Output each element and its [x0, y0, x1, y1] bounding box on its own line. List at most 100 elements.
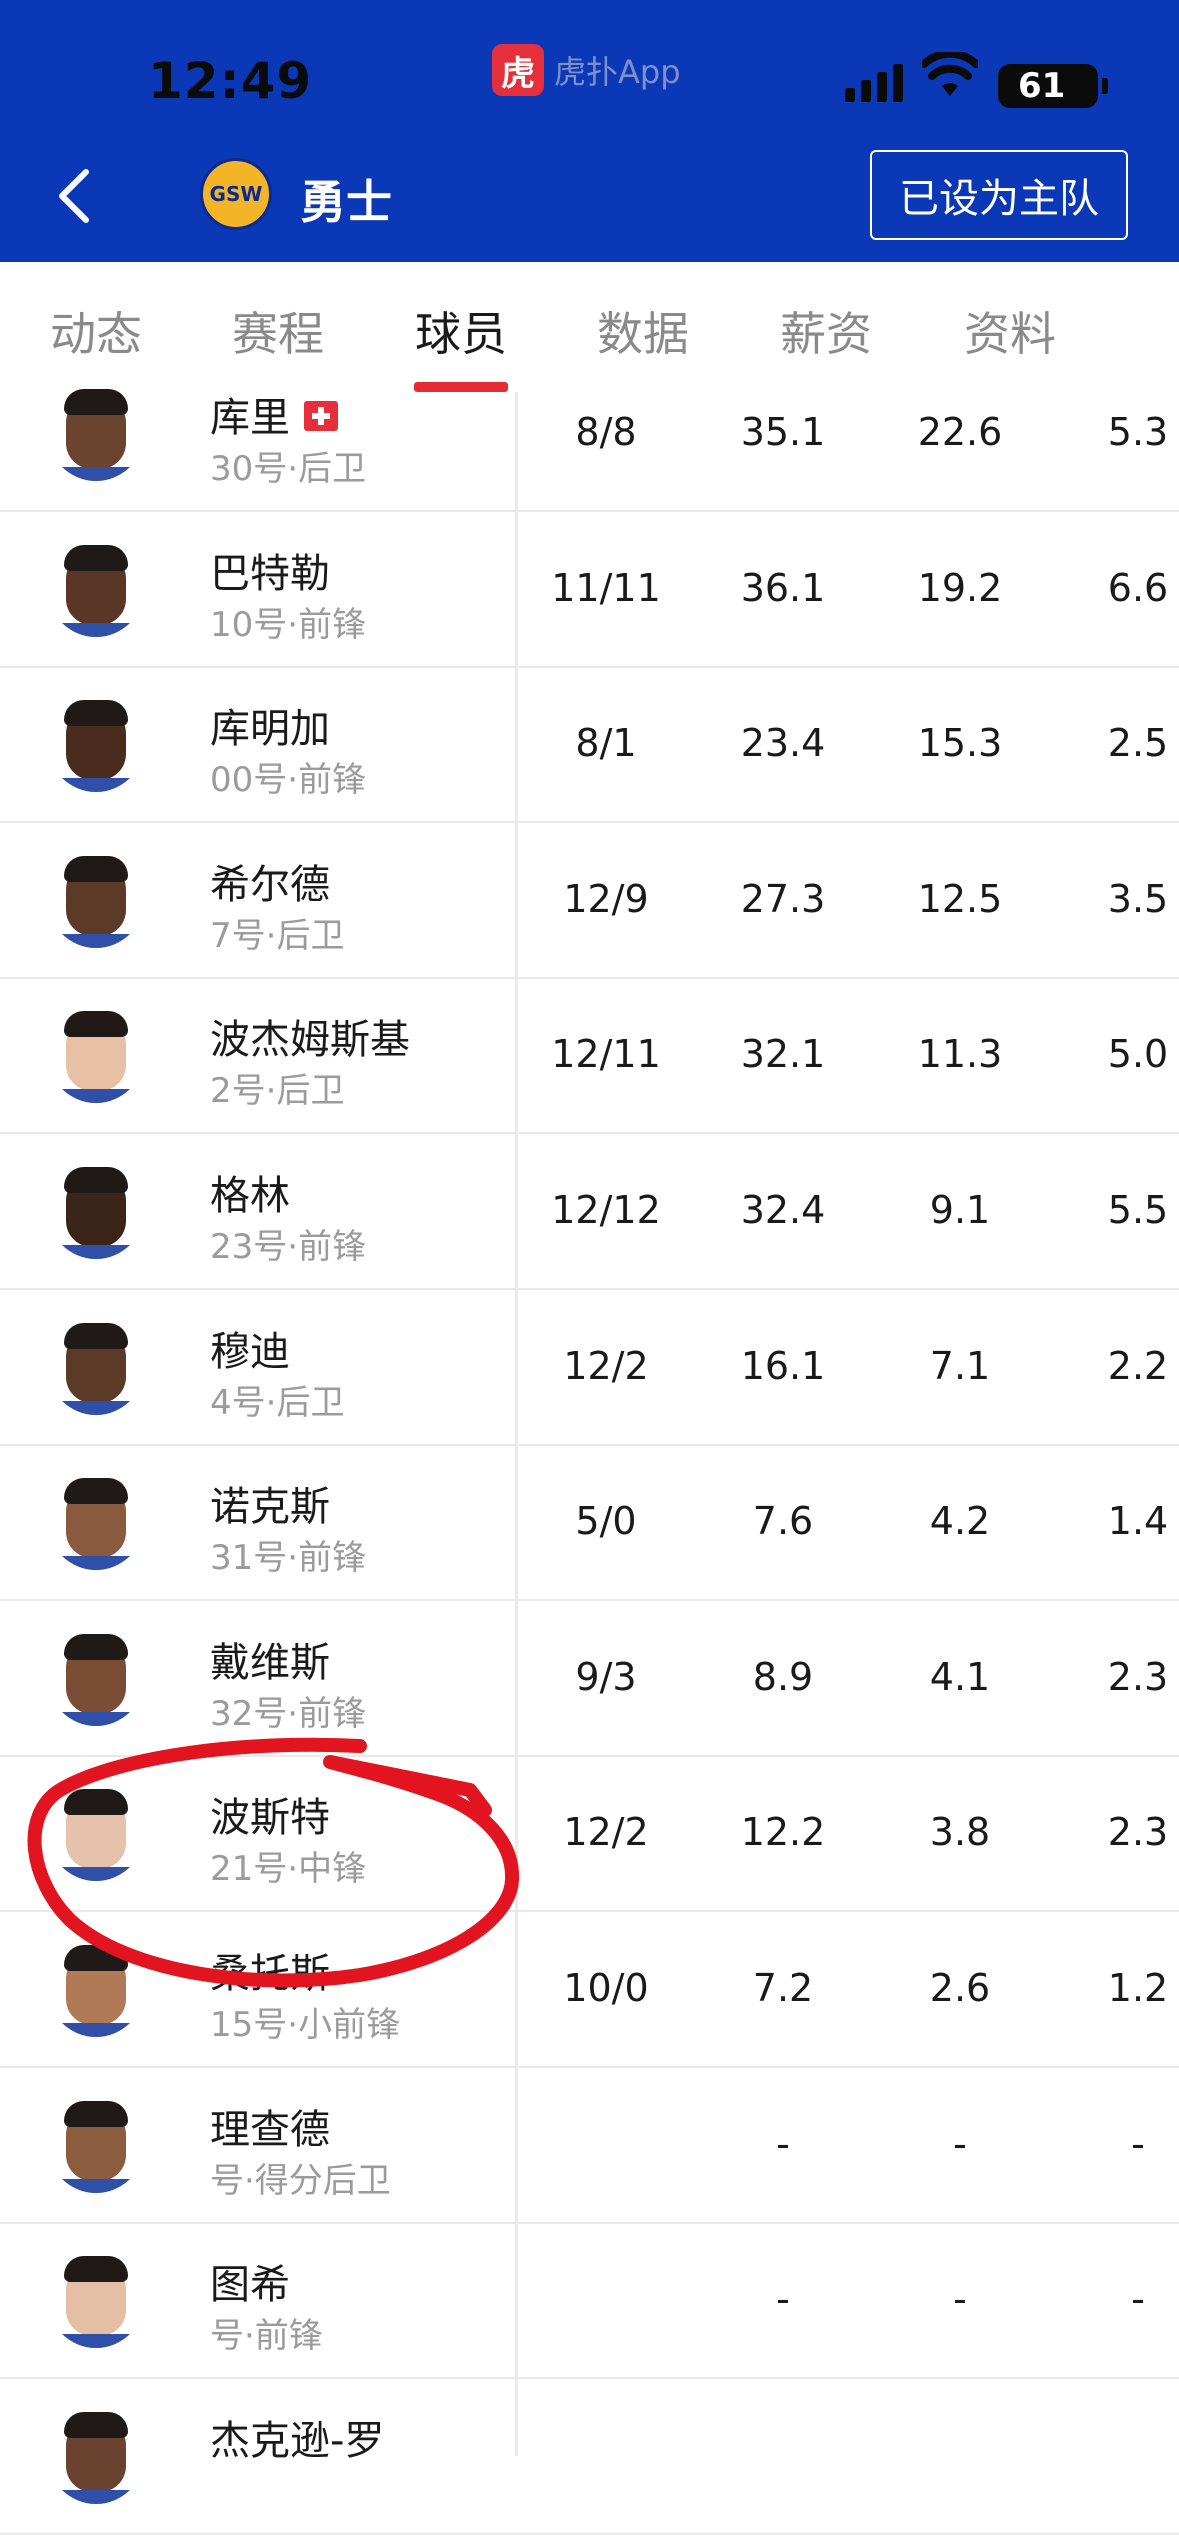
stat-reb: 1.2	[1107, 1966, 1169, 2010]
back-arrow-icon[interactable]	[52, 166, 96, 226]
stat-games: 12/2	[563, 1810, 649, 1855]
player-name-text: 希尔德	[210, 861, 330, 908]
stat-games: 12/12	[551, 1188, 661, 1232]
player-name-text: 诺克斯	[210, 1484, 330, 1531]
stat-games: 12/11	[551, 1032, 661, 1077]
player-row[interactable]: 波斯特 21号·中锋 12/2 12.2 3.8 2.3	[0, 1755, 1179, 1913]
stat-min: -	[776, 2277, 790, 2322]
player-row[interactable]: 希尔德 7号·后卫 12/9 27.3 12.5 3.5	[0, 822, 1179, 979]
stat-pts: 3.8	[929, 1810, 991, 1855]
player-number-position: 2号·后卫	[210, 1071, 345, 1112]
player-row[interactable]: 库明加 00号·前锋 8/1 23.4 15.3 2.5	[0, 666, 1179, 824]
stat-pts: 9.1	[929, 1188, 991, 1232]
team-logo-text: GSW	[209, 182, 263, 206]
player-row[interactable]: 诺克斯 31号·前锋 5/0 7.6 4.2 1.4	[0, 1444, 1179, 1602]
player-row[interactable]: 桑托斯 15号·小前锋 10/0 7.2 2.6 1.2	[0, 1911, 1179, 2068]
stat-pts: -	[953, 2121, 967, 2166]
player-name-text: 杰克逊-罗	[210, 2417, 385, 2464]
player-name: 波杰姆斯基	[210, 1007, 410, 1065]
stat-min: 32.1	[740, 1032, 826, 1077]
player-number-position: 15号·小前锋	[210, 2005, 401, 2045]
player-name-text: 理查德	[210, 2106, 330, 2153]
stat-min: 32.4	[740, 1188, 826, 1232]
stat-pts: 4.1	[929, 1654, 991, 1699]
player-row[interactable]: 波杰姆斯基 2号·后卫 12/11 32.1 11.3 5.0	[0, 977, 1179, 1135]
stat-min: 8.9	[752, 1654, 814, 1699]
stat-min: 7.6	[752, 1499, 814, 1544]
player-name-text: 波斯特	[210, 1795, 330, 1842]
source-app-name: 虎扑App	[554, 53, 681, 91]
stat-pts: 15.3	[917, 721, 1003, 766]
player-name: 诺克斯	[210, 1474, 330, 1532]
player-avatar	[48, 1163, 144, 1259]
stat-pts: 22.6	[917, 410, 1003, 454]
player-row[interactable]: 格林 23号·前锋 12/12 32.4 9.1 5.5	[0, 1133, 1179, 1290]
stat-reb: 3.5	[1107, 876, 1169, 921]
player-avatar	[48, 2252, 144, 2349]
player-row[interactable]: 戴维斯 32号·前锋 9/3 8.9 4.1 2.3	[0, 1600, 1179, 1757]
player-row[interactable]: 库里 30号·后卫 8/8 35.1 22.6 5.3	[0, 355, 1179, 512]
player-avatar	[48, 2097, 144, 2193]
player-row[interactable]: 巴特勒 10号·前锋 11/11 36.1 19.2 6.6	[0, 511, 1179, 668]
player-name-text: 波杰姆斯基	[210, 1017, 410, 1064]
stat-reb: 1.4	[1107, 1499, 1169, 1544]
player-name-text: 戴维斯	[210, 1639, 330, 1686]
player-name-text: 穆迪	[210, 1328, 290, 1375]
player-number-position: 21号·中锋	[210, 1849, 367, 1890]
player-avatar	[48, 1941, 144, 2037]
player-row[interactable]: 理查德 号·得分后卫 - - -	[0, 2067, 1179, 2224]
player-name: 巴特勒	[210, 541, 330, 599]
stat-min: 12.2	[740, 1810, 826, 1855]
player-name: 库里	[210, 385, 338, 443]
player-name-text: 图希	[210, 2262, 290, 2309]
player-row[interactable]: 杰克逊-罗	[0, 2378, 1179, 2535]
player-name: 理查德	[210, 2097, 330, 2155]
player-name: 桑托斯	[210, 1941, 330, 1999]
status-time: 12:49	[148, 52, 313, 110]
player-name-text: 桑托斯	[210, 1951, 330, 1997]
stat-games: 12/9	[563, 876, 649, 921]
stat-reb: 2.3	[1107, 1810, 1169, 1855]
stat-min: 23.4	[740, 721, 826, 766]
player-number-position: 00号·前锋	[210, 760, 367, 801]
stat-games: 11/11	[551, 565, 661, 610]
stat-pts: 4.2	[929, 1499, 991, 1544]
injury-cross-icon	[304, 401, 338, 431]
set-home-team-button[interactable]: 已设为主队	[870, 150, 1128, 240]
player-name: 波斯特	[210, 1785, 330, 1843]
stat-reb: -	[1131, 2121, 1145, 2166]
column-divider	[515, 392, 518, 2456]
player-row[interactable]: 穆迪 4号·后卫 12/2 16.1 7.1 2.2	[0, 1289, 1179, 1446]
stat-min: 36.1	[740, 565, 826, 610]
player-name-text: 库明加	[210, 706, 330, 753]
app-header: 12:49 虎 虎扑App 61 GSW 勇士 已设为主队	[0, 0, 1179, 262]
player-name: 格林	[210, 1163, 290, 1221]
player-name: 杰克逊-罗	[210, 2408, 384, 2466]
stat-pts: 12.5	[917, 876, 1003, 921]
player-name: 希尔德	[210, 852, 330, 910]
player-number-position: 31号·前锋	[210, 1538, 367, 1579]
stat-reb: 2.5	[1107, 721, 1169, 766]
stat-games: 5/0	[575, 1499, 637, 1544]
player-number-position: 4号·后卫	[210, 1382, 345, 1423]
stat-pts: 19.2	[917, 565, 1003, 610]
stat-reb: 5.5	[1107, 1188, 1169, 1232]
stat-games: 9/3	[575, 1654, 637, 1699]
player-name: 图希	[210, 2252, 290, 2310]
stat-reb: 2.3	[1107, 1654, 1169, 1699]
player-avatar	[48, 1474, 144, 1571]
stat-pts: 7.1	[929, 1343, 991, 1388]
player-avatar	[48, 385, 144, 481]
battery-icon: 61	[998, 64, 1108, 108]
player-name-text: 库里	[210, 395, 290, 441]
source-app-badge[interactable]: 虎 虎扑App	[492, 44, 681, 96]
stat-reb: 2.2	[1107, 1343, 1169, 1388]
player-name: 戴维斯	[210, 1630, 330, 1688]
player-name: 穆迪	[210, 1319, 290, 1377]
player-name-text: 格林	[210, 1173, 290, 1219]
stat-min: 7.2	[752, 1966, 814, 2010]
stat-games: 10/0	[563, 1966, 649, 2010]
stat-pts: 2.6	[929, 1966, 991, 2010]
player-avatar	[48, 852, 144, 948]
player-row[interactable]: 图希 号·前锋 - - -	[0, 2222, 1179, 2380]
